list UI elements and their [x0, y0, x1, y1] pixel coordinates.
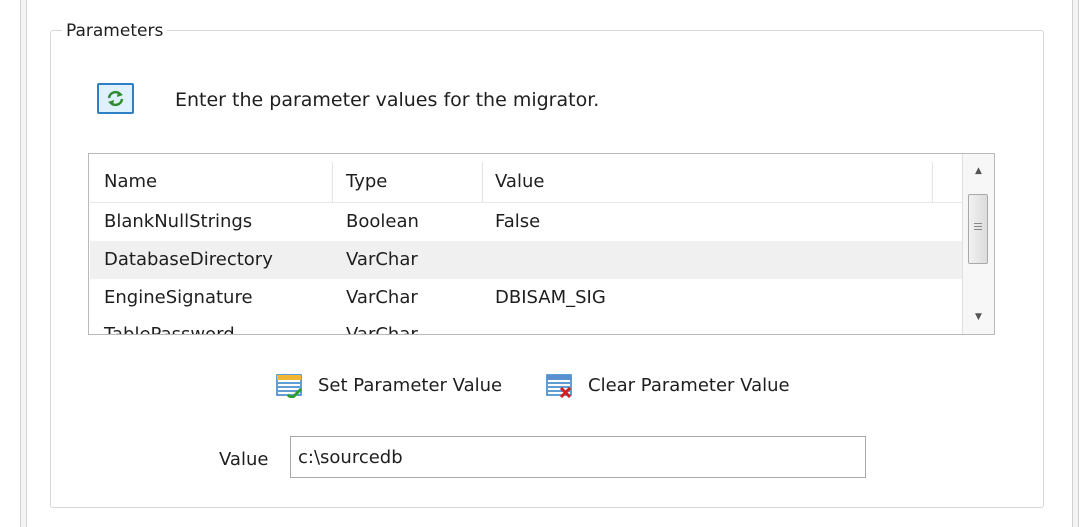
scrollbar-thumb[interactable]: [968, 194, 988, 264]
column-divider[interactable]: [332, 162, 333, 202]
column-header-value[interactable]: Value: [495, 162, 544, 202]
cell-type: Boolean: [346, 211, 419, 232]
clear-parameter-value-button[interactable]: Clear Parameter Value: [546, 371, 831, 401]
right-frame-edge: [1072, 0, 1079, 527]
set-parameter-icon: [276, 374, 303, 408]
left-frame-edge: [20, 0, 27, 527]
grid-vertical-scrollbar[interactable]: ▲ ▼: [962, 154, 994, 334]
column-divider[interactable]: [932, 162, 933, 202]
instruction-text: Enter the parameter values for the migra…: [175, 89, 600, 111]
value-input[interactable]: [290, 436, 866, 478]
clear-parameter-label: Clear Parameter Value: [588, 375, 790, 396]
column-divider[interactable]: [482, 162, 483, 202]
set-parameter-label: Set Parameter Value: [318, 375, 503, 396]
set-parameter-value-button[interactable]: Set Parameter Value: [276, 371, 530, 401]
scroll-down-arrow-icon[interactable]: ▼: [963, 303, 994, 331]
cell-value: False: [495, 211, 541, 232]
cell-name: BlankNullStrings: [104, 211, 253, 232]
clear-parameter-icon: [546, 374, 572, 408]
column-header-type[interactable]: Type: [346, 162, 387, 202]
cell-type: VarChar: [346, 249, 418, 270]
table-row[interactable]: EngineSignature VarChar DBISAM_SIG: [90, 279, 962, 317]
value-field-label: Value: [219, 449, 269, 470]
cell-name: TablePassword: [104, 324, 235, 335]
table-row[interactable]: TablePassword VarChar: [90, 316, 962, 335]
cell-type: VarChar: [346, 324, 418, 335]
scroll-up-arrow-icon[interactable]: ▲: [963, 157, 994, 185]
cell-name: DatabaseDirectory: [104, 249, 273, 270]
table-row[interactable]: BlankNullStrings Boolean False: [90, 203, 962, 241]
column-header-name[interactable]: Name: [104, 162, 157, 202]
groupbox-title: Parameters: [62, 20, 168, 42]
grid-header-row: Name Type Value: [90, 162, 962, 203]
grip-icon: [974, 223, 982, 224]
refresh-icon: [97, 83, 134, 114]
cell-value: DBISAM_SIG: [495, 287, 606, 308]
cell-type: VarChar: [346, 287, 418, 308]
cell-name: EngineSignature: [104, 287, 253, 308]
parameters-grid[interactable]: Name Type Value BlankNullStrings Boolean…: [88, 153, 995, 335]
table-row-selected[interactable]: DatabaseDirectory VarChar: [90, 241, 962, 279]
